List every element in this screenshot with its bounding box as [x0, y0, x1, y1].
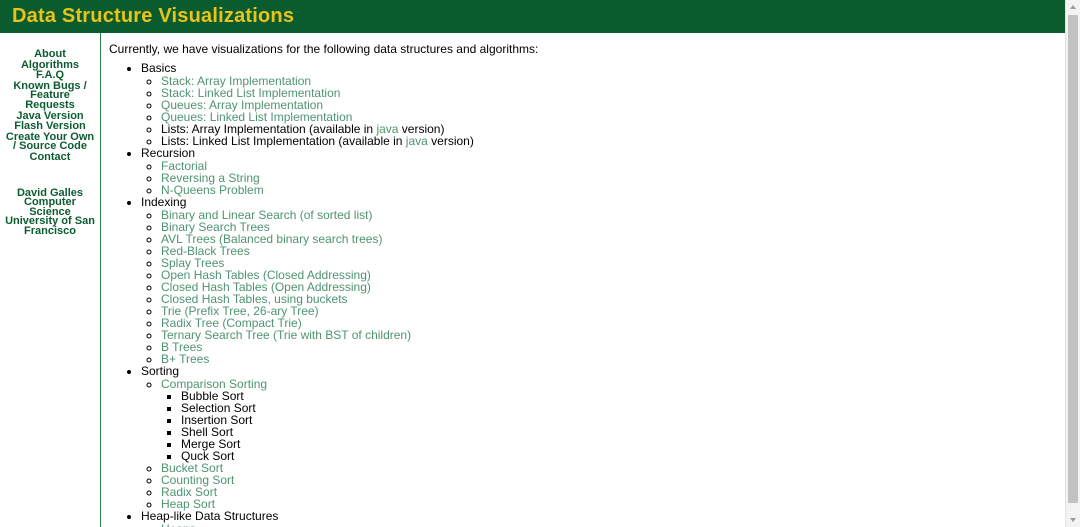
chevron-up-icon [1070, 5, 1076, 9]
page-title: Data Structure Visualizations [12, 5, 295, 27]
java-version-link[interactable]: java [406, 134, 428, 148]
viz-link[interactable]: Heaps [161, 523, 196, 527]
category-sub-list: HeapsBinomial QueuesFibonacci HeapsLefti… [141, 523, 1065, 527]
list-item-label: Lists: Linked List Implementation (avail… [161, 135, 474, 147]
category-item: RecursionFactorialReversing a StringN-Qu… [141, 147, 1065, 197]
category-sub-list: Comparison SortingBubble SortSelection S… [141, 378, 1065, 510]
list-item: Binary and Linear Search (of sorted list… [161, 209, 1065, 221]
category-item: BasicsStack: Array ImplementationStack: … [141, 62, 1065, 148]
list-item: Reversing a String [161, 172, 1065, 184]
site-header: Data Structure Visualizations [0, 0, 1065, 33]
scroll-down-button[interactable] [1066, 513, 1080, 527]
list-item: Heap Sort [161, 498, 1065, 510]
category-item: Heap-like Data StructuresHeapsBinomial Q… [141, 510, 1065, 527]
visualization-list: BasicsStack: Array ImplementationStack: … [101, 62, 1065, 527]
sidebar-item-known-bugs-feature-requests[interactable]: Known Bugs / Feature Requests [4, 80, 96, 111]
list-item: Comparison SortingBubble SortSelection S… [161, 378, 1065, 462]
page-scrollbar[interactable] [1065, 0, 1080, 527]
scroll-up-button[interactable] [1066, 0, 1080, 14]
list-item: Insertion Sort [181, 414, 1065, 426]
list-item: Bubble Sort [181, 390, 1065, 402]
list-item: Selection Sort [181, 402, 1065, 414]
sidebar-item-contact[interactable]: Contact [4, 152, 96, 163]
page-root: Data Structure Visualizations About Algor… [0, 0, 1080, 527]
category-item: SortingComparison SortingBubble SortSele… [141, 365, 1065, 511]
category-sub-list: Binary and Linear Search (of sorted list… [141, 209, 1065, 365]
list-item: Bucket Sort [161, 462, 1065, 474]
category-sub-list: FactorialReversing a StringN-Queens Prob… [141, 160, 1065, 196]
list-item: Radix Sort [161, 486, 1065, 498]
sub-list: Bubble SortSelection SortInsertion SortS… [161, 390, 1065, 462]
sidebar-item-create-your-own-source-code[interactable]: Create Your Own / Source Code [4, 131, 96, 152]
author-university: University of San Francisco [5, 215, 95, 237]
list-item: N-Queens Problem [161, 184, 1065, 196]
list-item: Counting Sort [161, 474, 1065, 486]
list-item: Ternary Search Tree (Trie with BST of ch… [161, 329, 1065, 341]
list-item: Merge Sort [181, 438, 1065, 450]
list-item: Red-Black Trees [161, 245, 1065, 257]
list-item: Quck Sort [181, 450, 1065, 462]
list-item: AVL Trees (Balanced binary search trees) [161, 233, 1065, 245]
list-item: Lists: Linked List Implementation (avail… [161, 135, 1065, 147]
list-item: B+ Trees [161, 353, 1065, 365]
label-prefix: Lists: Linked List Implementation (avail… [161, 134, 406, 148]
label-suffix: version) [427, 134, 474, 148]
category-item: IndexingBinary and Linear Search (of sor… [141, 196, 1065, 366]
list-item: Shell Sort [181, 426, 1065, 438]
list-item: Factorial [161, 160, 1065, 172]
category-sub-list: Stack: Array ImplementationStack: Linked… [141, 75, 1065, 147]
main-content: Currently, we have visualizations for th… [101, 33, 1065, 527]
list-item: Heaps [161, 523, 1065, 527]
intro-text: Currently, we have visualizations for th… [109, 42, 539, 56]
sidebar: About Algorithms F.A.Q Known Bugs / Feature… [0, 33, 101, 527]
list-item: B Trees [161, 341, 1065, 353]
content-wrapper: About Algorithms F.A.Q Known Bugs / Feature… [0, 33, 1065, 527]
author-block: David Galles Computer Science University… [0, 187, 100, 237]
scrollbar-thumb[interactable] [1068, 15, 1078, 503]
chevron-down-icon [1070, 518, 1076, 522]
sidebar-nav: About Algorithms F.A.Q Known Bugs / Feature… [0, 49, 100, 163]
